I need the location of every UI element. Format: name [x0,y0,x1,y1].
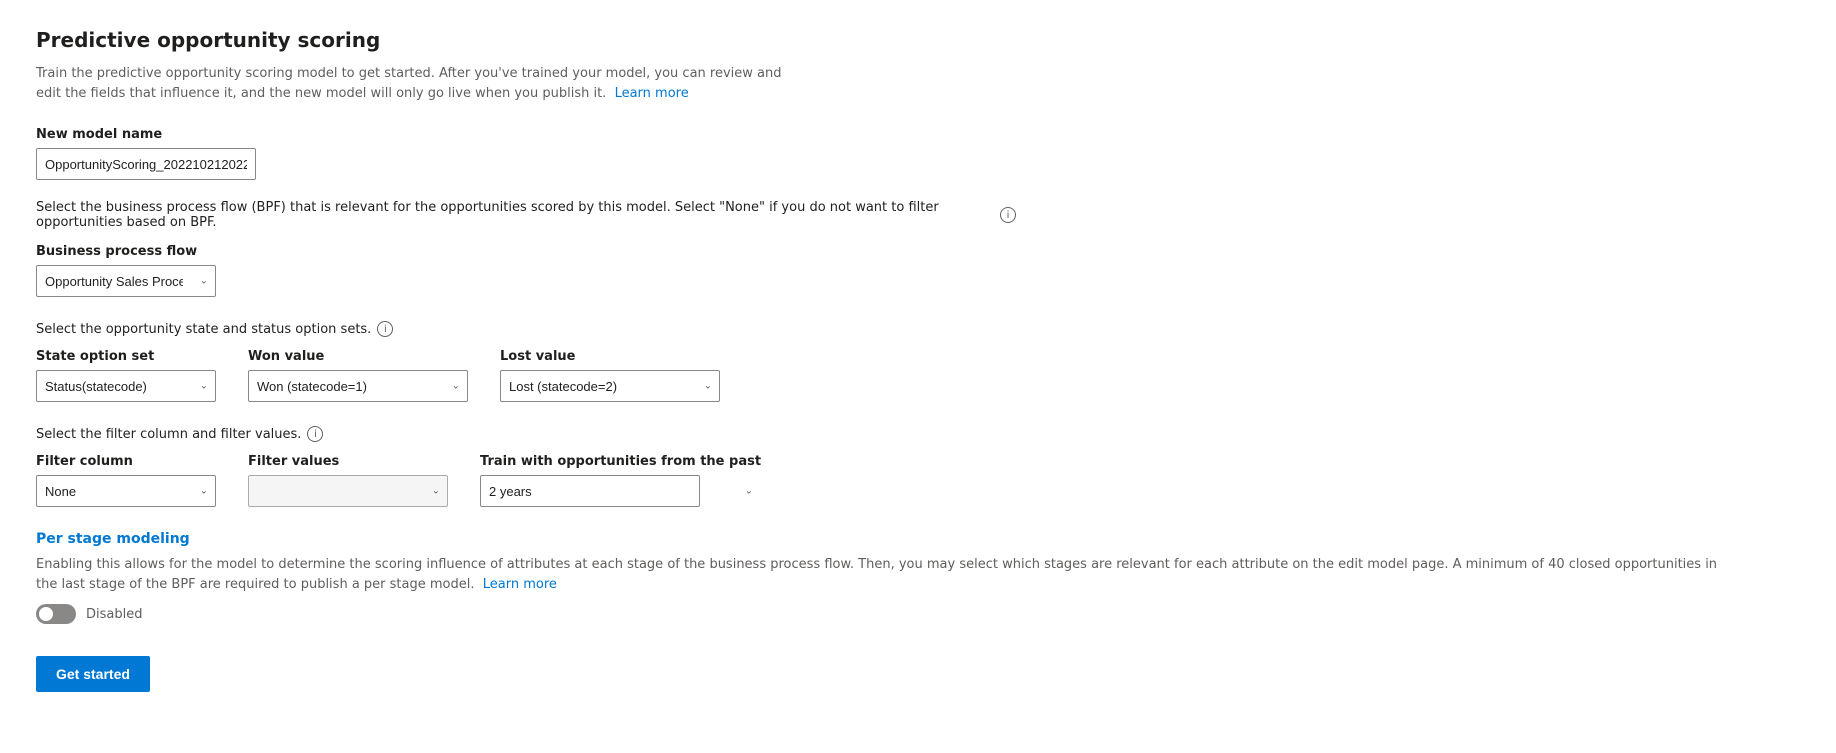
train-opportunities-wrapper: 1 year 2 years 3 years 4 years 5 years ⌄ [480,475,761,507]
opportunity-state-note: Select the opportunity state and status … [36,321,1800,337]
lost-value-label: Lost value [500,349,720,364]
per-stage-description-text: Enabling this allows for the model to de… [36,557,1717,592]
train-opportunities-group: Train with opportunities from the past 1… [480,454,761,507]
filter-note: Select the filter column and filter valu… [36,426,1800,442]
filter-note-text: Select the filter column and filter valu… [36,427,301,442]
filter-column-label: Filter column [36,454,216,469]
bpf-info-icon: i [1000,207,1016,223]
won-value-select[interactable]: Won (statecode=1) [248,370,468,402]
train-opportunities-label: Train with opportunities from the past [480,454,761,469]
toggle-label: Disabled [86,607,142,622]
won-value-wrapper: Won (statecode=1) ⌄ [248,370,468,402]
bpf-select-wrapper: Opportunity Sales Process None ⌄ [36,265,216,297]
state-option-set-group: State option set Status(statecode) ⌄ [36,349,216,402]
model-name-input[interactable] [36,148,256,180]
toggle-thumb [39,607,53,621]
filter-column-wrapper: None ⌄ [36,475,216,507]
toggle-track [36,604,76,624]
filter-column-group: Filter column None ⌄ [36,454,216,507]
state-option-set-select[interactable]: Status(statecode) [36,370,216,402]
filter-values-label: Filter values [248,454,448,469]
get-started-button[interactable]: Get started [36,656,150,692]
description-text: Train the predictive opportunity scoring… [36,64,796,103]
learn-more-link[interactable]: Learn more [615,86,689,101]
filter-section: Select the filter column and filter valu… [36,426,1800,507]
state-option-set-label: State option set [36,349,216,364]
train-select-arrow: ⌄ [745,486,753,497]
page-title: Predictive opportunity scoring [36,28,1800,52]
per-stage-section: Per stage modeling Enabling this allows … [36,531,1800,624]
won-value-group: Won value Won (statecode=1) ⌄ [248,349,468,402]
toggle-row: Disabled [36,604,1800,624]
model-name-label: New model name [36,127,1800,142]
bpf-note-text: Select the business process flow (BPF) t… [36,200,994,230]
filter-values-group: Filter values ⌄ [248,454,448,507]
bpf-select[interactable]: Opportunity Sales Process None [36,265,216,297]
train-opportunities-select[interactable]: 1 year 2 years 3 years 4 years 5 years [480,475,700,507]
opportunity-state-info-icon: i [377,321,393,337]
opportunity-state-note-text: Select the opportunity state and status … [36,322,371,337]
filter-fields-row: Filter column None ⌄ Filter values ⌄ [36,454,1800,507]
filter-values-select[interactable] [248,475,448,507]
filter-info-icon: i [307,426,323,442]
bpf-section: Business process flow Opportunity Sales … [36,244,1800,297]
lost-value-wrapper: Lost (statecode=2) ⌄ [500,370,720,402]
page-container: Predictive opportunity scoring Train the… [0,0,1836,720]
lost-value-select[interactable]: Lost (statecode=2) [500,370,720,402]
per-stage-learn-more-link[interactable]: Learn more [483,577,557,592]
filter-values-wrapper: ⌄ [248,475,448,507]
state-fields-row: State option set Status(statecode) ⌄ Won… [36,349,1800,402]
won-value-label: Won value [248,349,468,364]
state-option-set-wrapper: Status(statecode) ⌄ [36,370,216,402]
bpf-note: Select the business process flow (BPF) t… [36,200,1016,230]
bpf-label: Business process flow [36,244,1800,259]
opportunity-state-section: Select the opportunity state and status … [36,321,1800,402]
per-stage-description: Enabling this allows for the model to de… [36,555,1736,594]
model-name-section: New model name [36,127,1800,180]
per-stage-toggle[interactable] [36,604,76,624]
filter-column-select[interactable]: None [36,475,216,507]
per-stage-title: Per stage modeling [36,531,1800,547]
lost-value-group: Lost value Lost (statecode=2) ⌄ [500,349,720,402]
